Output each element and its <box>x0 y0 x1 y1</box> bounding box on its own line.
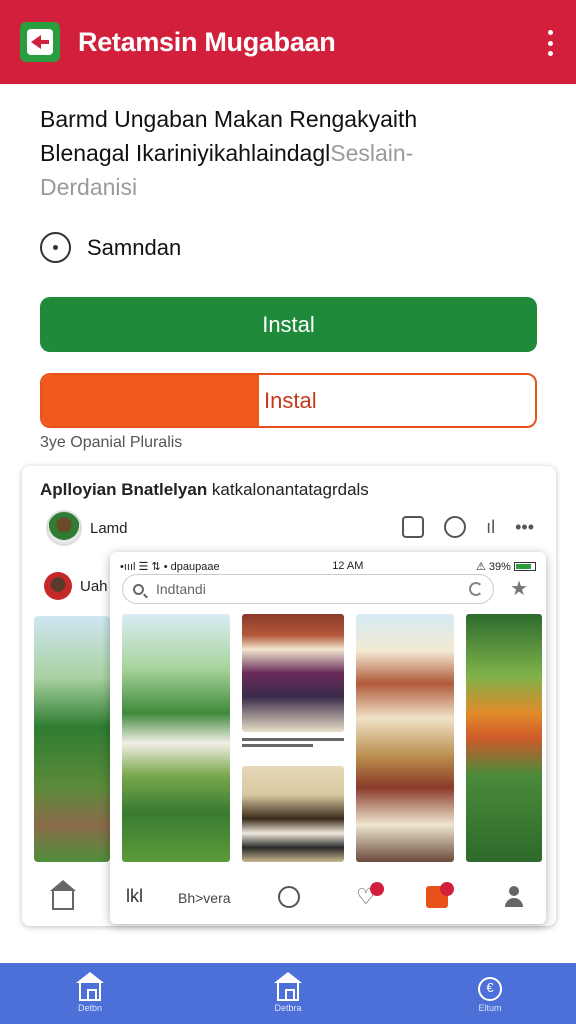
chart-icon[interactable]: ıl <box>486 516 495 538</box>
garden-photo[interactable] <box>466 614 542 862</box>
option-radio-row[interactable]: Samndan <box>40 232 181 263</box>
option-label: Samndan <box>87 234 182 260</box>
search-icon <box>133 583 144 595</box>
refresh-icon[interactable] <box>469 582 483 596</box>
star-icon[interactable]: ★ <box>510 576 528 601</box>
nav-label: Detbra <box>274 1003 302 1013</box>
k-icon[interactable]: lkl <box>126 886 143 907</box>
bottom-navigation: Detbn Detbra Eltum <box>0 963 576 1024</box>
progress-fill <box>42 375 259 426</box>
second-post-row: Uah <box>44 572 108 600</box>
app-logo-icon[interactable] <box>20 22 60 62</box>
status-bar: •ıııl ☰ ⇅ • dpaupaae 12 AM ⚠ 39% <box>120 556 536 576</box>
profile-icon[interactable] <box>504 886 524 908</box>
install-note: 3ye Opanial Pluralis <box>40 434 183 451</box>
nav-label: Eltum <box>478 1003 502 1013</box>
description-line-2: Blenagal IkariniyikahlaindaglSeslain- <box>40 140 414 166</box>
house-photo[interactable] <box>356 614 454 862</box>
status-battery: ⚠ 39% <box>476 560 536 573</box>
image-icon[interactable] <box>402 516 425 538</box>
comment-icon[interactable] <box>444 516 467 538</box>
home-outline-icon <box>274 972 302 1001</box>
portrait-photo[interactable] <box>242 766 344 862</box>
garden-photo[interactable] <box>34 616 110 862</box>
post-author: Lamd <box>90 519 128 537</box>
search-input[interactable]: Indtandi <box>122 574 494 604</box>
app-description: Barmd Ungaban Makan Rengakyaith Blenagal… <box>40 102 540 204</box>
description-line-1: Barmd Ungaban Makan Rengakyaith <box>40 106 418 132</box>
battery-icon <box>514 562 536 572</box>
description-line-3: Derdanisi <box>40 174 138 200</box>
avatar[interactable] <box>46 510 82 546</box>
app-bar: Retamsin Mugabaan <box>0 0 576 84</box>
install-button[interactable]: Instal <box>40 297 537 352</box>
portrait-photo[interactable] <box>242 614 344 732</box>
home-icon <box>76 972 104 1001</box>
radio-button[interactable] <box>40 232 71 263</box>
notification-badge <box>440 882 454 896</box>
chat-icon[interactable] <box>278 886 300 908</box>
nav-item-currency[interactable]: Eltum <box>460 975 520 1013</box>
photo-caption <box>242 738 344 748</box>
home-icon[interactable] <box>50 880 76 910</box>
status-signal: •ıııl ☰ ⇅ • dpaupaae <box>120 560 220 573</box>
post-actions: ıl ••• <box>402 516 534 538</box>
app-title: Retamsin Mugabaan <box>78 26 336 57</box>
progress-label: Instal <box>264 387 317 413</box>
second-post-author: Uah <box>80 577 108 595</box>
tab-label[interactable]: Bh>vera <box>178 890 231 906</box>
nav-item-home-outline[interactable]: Detbra <box>258 972 318 1013</box>
search-placeholder: Indtandi <box>156 581 206 597</box>
phone-tab-bar: lkl Bh>vera ♡ <box>110 868 546 924</box>
nav-item-home[interactable]: Detbn <box>60 972 120 1013</box>
install-progress-button[interactable]: Instal <box>40 373 537 428</box>
currency-icon <box>478 975 502 1001</box>
garden-photo[interactable] <box>122 614 230 862</box>
preview-title: Aplloyian Bnatlelyan katkalonantatagrdal… <box>40 480 369 499</box>
notification-badge <box>370 882 384 896</box>
avatar[interactable] <box>44 572 72 600</box>
phone-screenshot: •ıııl ☰ ⇅ • dpaupaae 12 AM ⚠ 39% Indtand… <box>110 552 546 924</box>
nav-label: Detbn <box>77 1003 103 1013</box>
post-header: Lamd <box>46 510 128 546</box>
more-icon[interactable]: ••• <box>515 516 534 538</box>
kebab-menu-icon[interactable] <box>546 30 554 56</box>
status-time: 12 AM <box>332 560 364 572</box>
